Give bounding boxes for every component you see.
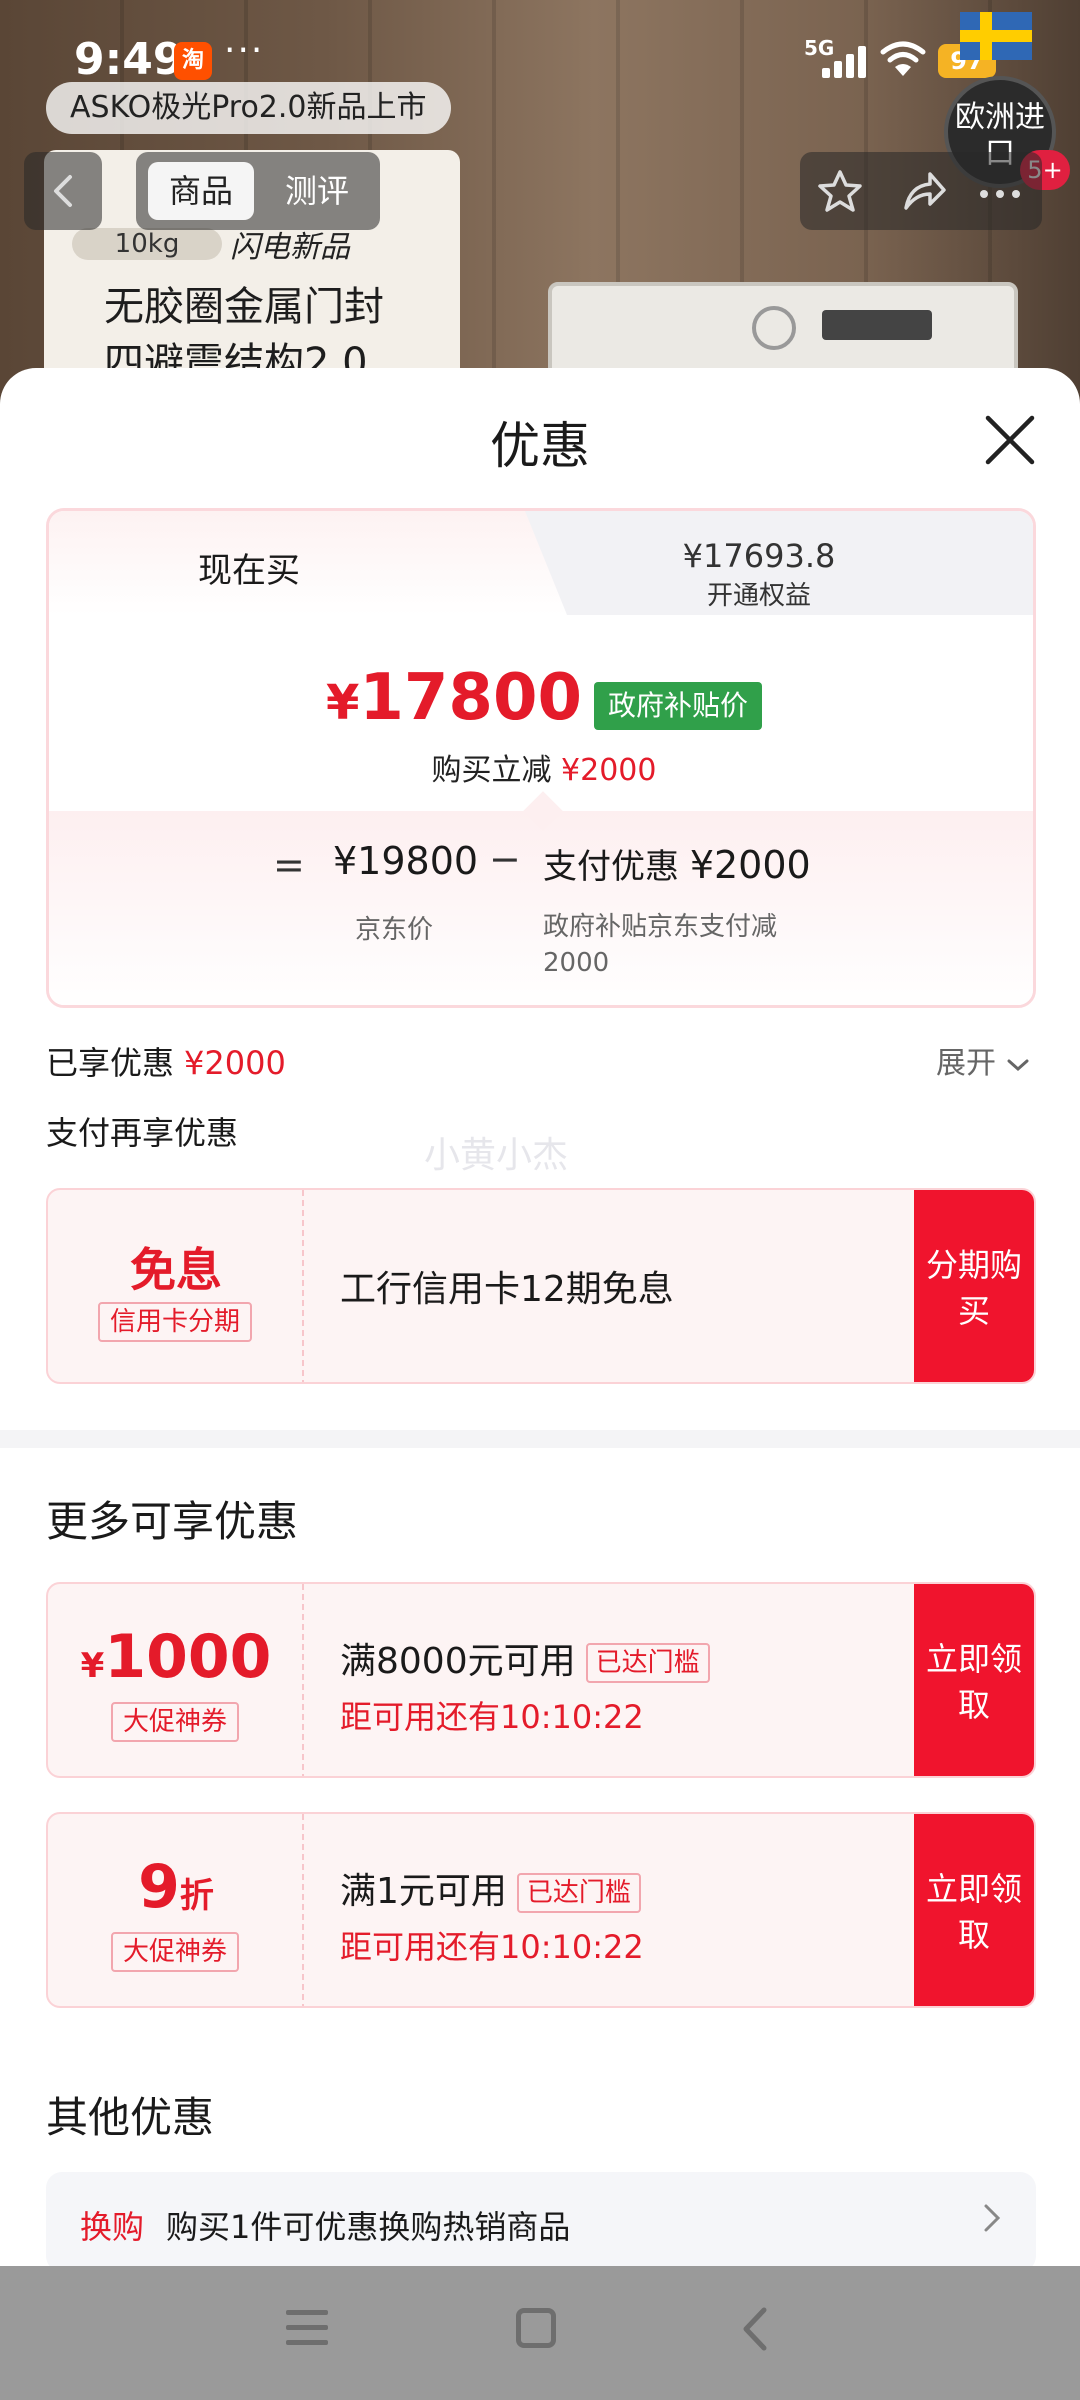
enjoyed-label: 已享优惠 <box>46 1044 175 1082</box>
coupon-amount-value: 1000 <box>104 1622 272 1692</box>
washer-display <box>822 310 932 340</box>
coupon-10pct: 9折 大促神券 满1元可用 已达门槛 距可用还有10:10:22 立即领取 <box>46 1812 1036 2008</box>
jd-price: ¥19800 <box>333 839 479 883</box>
expand-button[interactable]: 展开 <box>936 1038 1030 1082</box>
coupon-condition: 满8000元可用 已达门槛 <box>340 1632 710 1684</box>
coupon-discount-value: 9 <box>138 1852 180 1922</box>
poster-headline-1: 无胶圈金属门封 <box>104 284 384 330</box>
trade-in-row[interactable]: 换购 购买1件可优惠换购热销商品 <box>46 2172 1036 2272</box>
installment-offer: 免息 信用卡分期 工行信用卡12期免息 分期购买 <box>46 1188 1036 1384</box>
coupon-left: ¥1000 大促神券 <box>48 1584 304 1776</box>
membership-label: 开通权益 <box>706 581 811 611</box>
section-divider <box>0 1430 1080 1448</box>
coupon-condition-text: 满1元可用 <box>340 1871 507 1912</box>
page-tabs: 商品 测评 <box>136 152 380 230</box>
star-icon[interactable] <box>816 168 864 216</box>
promo-banner-pill[interactable]: ASKO极光Pro2.0新品上市 <box>46 82 451 134</box>
claim-button[interactable]: 立即领取 <box>914 1584 1034 1776</box>
washer-knob <box>752 306 796 350</box>
watermark: 小黄小杰 <box>424 1135 569 1176</box>
coupon-left: 免息 信用卡分期 <box>48 1190 304 1382</box>
system-navigation-bar <box>0 2266 1080 2400</box>
chevron-left-icon <box>54 175 72 207</box>
taobao-app-icon: 淘 <box>174 42 212 80</box>
promo-coupon-tag: 大促神券 <box>110 1932 240 1972</box>
tab-buy-now-label: 现在买 <box>198 551 300 591</box>
trade-in-tag: 换购 <box>80 2208 145 2246</box>
status-time: 9:49 <box>74 34 184 85</box>
discount-sheet: 优惠 现在买 ¥17693.8 开通权益 ¥17800 政府补贴价 购买立减 ¥2… <box>0 368 1080 2268</box>
gov-subsidy-badge: 政府补贴价 <box>594 681 763 730</box>
promo-coupon-tag: 大促神券 <box>110 1702 240 1742</box>
home-icon[interactable] <box>516 2308 556 2348</box>
jd-price-label: 京东价 <box>355 915 434 945</box>
expand-label: 展开 <box>936 1046 996 1081</box>
threshold-reached-tag: 已达门槛 <box>585 1643 710 1683</box>
price-currency: ¥ <box>325 675 360 731</box>
installment-desc: 工行信用卡12期免息 <box>340 1269 674 1310</box>
more-offers-title: 更多可享优惠 <box>46 1497 299 1546</box>
threshold-reached-tag: 已达门槛 <box>516 1873 641 1913</box>
tab-product[interactable]: 商品 <box>148 162 254 220</box>
coupon-condition: 满1元可用 已达门槛 <box>340 1862 641 1914</box>
coupon-currency: ¥ <box>80 1646 105 1686</box>
poster-capacity-tag: 10kg <box>72 228 222 260</box>
pay-more-heading: 支付再享优惠 <box>46 1114 239 1152</box>
gov-subsidy-detail: 政府补贴京东支付减2000 <box>543 912 778 978</box>
recent-apps-icon[interactable] <box>286 2310 334 2350</box>
more-icon[interactable] <box>976 168 1024 216</box>
chevron-right-icon <box>984 2204 1001 2232</box>
coupon-countdown: 距可用还有10:10:22 <box>340 1698 644 1736</box>
credit-installment-tag: 信用卡分期 <box>97 1302 253 1342</box>
sheet-title: 优惠 <box>490 417 590 475</box>
close-icon[interactable] <box>982 412 1038 468</box>
chevron-down-icon <box>1007 1059 1029 1072</box>
interest-free-label: 免息 <box>130 1243 222 1297</box>
coupon-discount-unit: 折 <box>179 1876 214 1916</box>
sweden-flag-icon <box>960 12 1032 60</box>
coupon-amount: ¥1000 <box>48 1622 304 1692</box>
installment-buy-button[interactable]: 分期购买 <box>914 1190 1034 1382</box>
wifi-icon <box>880 41 926 76</box>
membership-price: ¥17693.8 <box>682 537 836 575</box>
enjoyed-discount: 已享优惠 ¥2000 <box>46 1038 286 1084</box>
tab-review[interactable]: 测评 <box>264 162 370 220</box>
final-price: ¥17800 政府补贴价 <box>49 661 1033 735</box>
payment-discount-label: 支付优惠 <box>543 847 679 887</box>
instant-discount-label: 购买立减 <box>431 753 552 788</box>
claim-button[interactable]: 立即领取 <box>914 1814 1034 2006</box>
share-icon[interactable] <box>900 168 948 216</box>
payment-discount: 支付优惠 ¥2000 <box>543 839 811 888</box>
payment-discount-value: ¥2000 <box>689 843 811 887</box>
coupon-1000: ¥1000 大促神券 满8000元可用 已达门槛 距可用还有10:10:22 立即… <box>46 1582 1036 1778</box>
coupon-amount: 9折 <box>48 1852 304 1922</box>
instant-discount: 购买立减 ¥2000 <box>49 745 1033 789</box>
trade-in-text: 购买1件可优惠换购热销商品 <box>166 2208 571 2246</box>
notification-more-icon: ··· <box>224 30 265 71</box>
minus-sign: − <box>489 837 521 881</box>
price-breakdown-card: 现在买 ¥17693.8 开通权益 ¥17800 政府补贴价 购买立减 ¥2000… <box>46 508 1036 1008</box>
other-offers-title: 其他优惠 <box>46 2093 215 2142</box>
instant-discount-value: ¥2000 <box>561 753 657 788</box>
header-actions <box>800 152 1042 230</box>
enjoyed-value: ¥2000 <box>184 1044 286 1082</box>
price-value: 17800 <box>359 661 583 735</box>
signal-icon <box>822 46 868 78</box>
back-button[interactable] <box>24 152 102 230</box>
coupon-condition-text: 满8000元可用 <box>340 1641 576 1682</box>
coupon-left: 9折 大促神券 <box>48 1814 304 2006</box>
back-icon[interactable] <box>740 2306 770 2352</box>
equals-sign: = <box>273 843 305 887</box>
coupon-countdown: 距可用还有10:10:22 <box>340 1928 644 1966</box>
